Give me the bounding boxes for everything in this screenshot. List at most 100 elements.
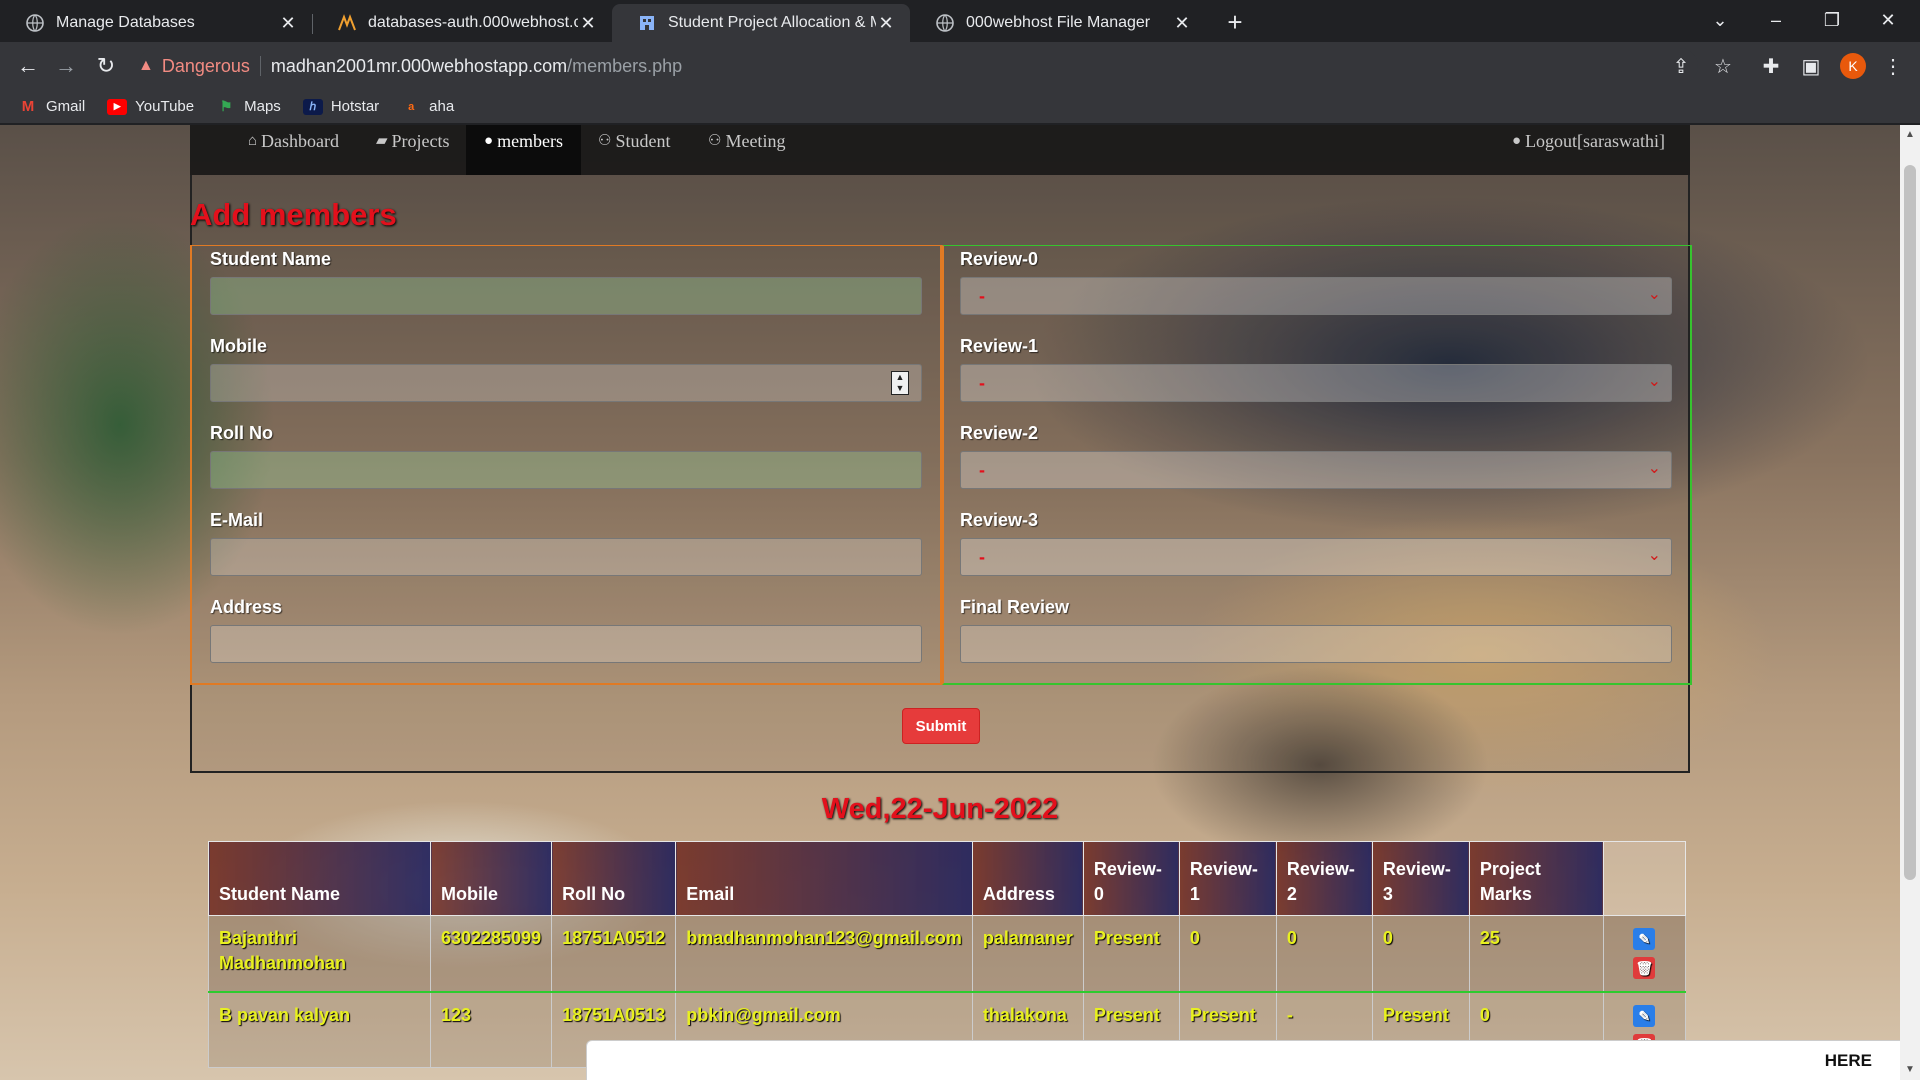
col-header-review-2: Review- 2 [1275, 841, 1373, 916]
cell-address: palamaner [971, 915, 1084, 993]
header-text: Review- [1286, 859, 1355, 879]
review-0-label: Review-0 [960, 249, 1039, 269]
cell-review-1: 0 [1178, 915, 1277, 993]
chevron-down-icon: ⌄ [1647, 373, 1661, 390]
review-0-select[interactable]: - ⌄ [960, 277, 1672, 315]
edit-icon[interactable]: ✎ [1633, 1004, 1656, 1027]
side-panel-icon[interactable]: ▣ [1798, 54, 1824, 80]
col-header-student-name: Student Name [208, 841, 431, 916]
tab-search-icon[interactable]: ⌄ [1692, 0, 1748, 40]
tab-databases-auth[interactable]: databases-auth.000webhost.com ✕ [312, 4, 612, 42]
bookmark-hotstar[interactable]: ℎ Hotstar [302, 98, 379, 115]
selected-value: - [979, 460, 985, 480]
cell-text: B pavan kalyan [219, 1004, 351, 1025]
nav-meeting[interactable]: ⚇ Meeting [708, 125, 785, 175]
page-scrollbar[interactable]: ▲ ▼ [1900, 125, 1920, 1080]
roll-no-input[interactable] [210, 451, 922, 489]
header-text: 1 [1189, 884, 1200, 904]
url-host[interactable]: madhan2001mr.000webhostapp.com [271, 56, 567, 77]
scroll-up-arrow-icon[interactable]: ▲ [1900, 127, 1920, 143]
browser-tabstrip: Manage Databases ✕ databases-auth.000web… [0, 0, 1920, 42]
cell-email: bmadhanmohan123@gmail.com [675, 915, 973, 993]
selected-value: - [979, 547, 985, 567]
back-arrow-icon[interactable]: ← [14, 52, 42, 80]
bottom-overlay-bar[interactable]: HERE [586, 1040, 1900, 1080]
col-header-email: Email [675, 841, 973, 916]
webhost-logo-icon [338, 14, 356, 32]
chevron-down-icon: ⌄ [1647, 286, 1661, 303]
header-text: Review- [1093, 859, 1162, 879]
restore-button[interactable]: ❐ [1804, 0, 1860, 40]
final-review-input[interactable] [960, 625, 1672, 663]
nav-label: Dashboard [261, 131, 339, 151]
address-bar[interactable]: ▲ Dangerous madhan2001mr.000webhostapp.c… [138, 48, 1698, 84]
forward-arrow-icon[interactable]: → [52, 52, 80, 80]
scroll-down-arrow-icon[interactable]: ▼ [1900, 1062, 1920, 1078]
cell-text: Madhanmohan [219, 953, 347, 973]
nav-label: Student [615, 131, 671, 151]
cell-mobile: 6302285099 [429, 915, 553, 993]
new-tab-button[interactable]: + [1220, 8, 1250, 38]
address-input[interactable] [210, 625, 922, 663]
header-text: 3 [1382, 884, 1393, 904]
close-window-button[interactable]: ✕ [1860, 0, 1916, 40]
final-review-label: Final Review [960, 597, 1070, 617]
security-status[interactable]: Dangerous [162, 56, 250, 77]
tab-student-project-allocation[interactable]: Student Project Allocation & Man ✕ [612, 4, 910, 42]
review-1-select[interactable]: - ⌄ [960, 364, 1672, 402]
scrollbar-thumb[interactable] [1904, 165, 1916, 880]
menu-kebab-icon[interactable]: ⋮ [1880, 54, 1906, 80]
nav-logout[interactable]: ● Logout[saraswathi] [1512, 125, 1665, 175]
col-header-roll-no: Roll No [551, 841, 677, 916]
nav-members[interactable]: ● members [466, 125, 582, 175]
roll-no-label: Roll No [210, 423, 273, 443]
bookmark-gmail[interactable]: M Gmail [18, 98, 85, 115]
header-text: Review- [1382, 859, 1451, 879]
cell-actions: ✎ 🗑 [1602, 915, 1686, 993]
bookmark-youtube[interactable]: ▶ YouTube [107, 98, 194, 115]
home-icon: ⌂ [248, 133, 258, 149]
tab-file-manager[interactable]: 000webhost File Manager ✕ [910, 4, 1206, 42]
minimize-button[interactable]: – [1748, 0, 1804, 40]
email-input[interactable] [210, 538, 922, 576]
bookmark-star-icon[interactable]: ☆ [1710, 54, 1736, 80]
review-2-select[interactable]: - ⌄ [960, 451, 1672, 489]
nav-projects[interactable]: ▰ Projects [376, 125, 450, 175]
review-3-select[interactable]: - ⌄ [960, 538, 1672, 576]
nav-dashboard[interactable]: ⌂ Dashboard [248, 125, 339, 175]
youtube-icon: ▶ [107, 98, 128, 115]
here-link[interactable]: HERE [1825, 1051, 1872, 1071]
tab-title: databases-auth.000webhost.com [368, 14, 578, 31]
url-path[interactable]: /members.php [567, 56, 682, 77]
nav-student[interactable]: ⚇ Student [598, 125, 670, 175]
tab-manage-databases[interactable]: Manage Databases ✕ [0, 4, 312, 42]
close-tab-icon[interactable]: ✕ [278, 13, 298, 34]
nav-label: Projects [391, 131, 450, 151]
share-icon[interactable]: ⇪ [1668, 54, 1694, 80]
number-spinner-icon[interactable]: ▲ ▼ [891, 371, 909, 395]
student-name-input[interactable] [210, 277, 922, 315]
submit-button[interactable]: Submit [902, 708, 980, 744]
globe-icon [26, 14, 44, 32]
mobile-input[interactable]: ▲ ▼ [210, 364, 922, 402]
bookmark-aha[interactable]: a aha [401, 98, 454, 115]
reload-icon[interactable]: ↻ [92, 52, 120, 80]
bookmark-label: Maps [244, 98, 281, 115]
close-tab-icon[interactable]: ✕ [876, 13, 896, 34]
user-icon: ● [484, 133, 494, 149]
profile-avatar[interactable]: K [1840, 53, 1866, 79]
members-table: Student Name Mobile Roll No Email Addres… [208, 841, 1686, 1068]
close-tab-icon[interactable]: ✕ [1172, 13, 1192, 34]
close-tab-icon[interactable]: ✕ [578, 13, 598, 34]
bookmark-maps[interactable]: ⚑ Maps [216, 98, 281, 115]
extensions-icon[interactable]: ✚ [1758, 54, 1784, 80]
col-header-mobile: Mobile [429, 841, 553, 916]
edit-icon[interactable]: ✎ [1633, 928, 1656, 950]
cell-student-name: B pavan kalyan [208, 991, 431, 1068]
cell-text: Bajanthri [219, 928, 298, 948]
date-heading: Wed,22-Jun-2022 [821, 793, 1059, 825]
globe-icon [936, 14, 954, 32]
review-1-label: Review-1 [960, 336, 1039, 356]
warning-icon[interactable]: ▲ [138, 57, 154, 75]
trash-icon[interactable]: 🗑 [1633, 957, 1656, 979]
